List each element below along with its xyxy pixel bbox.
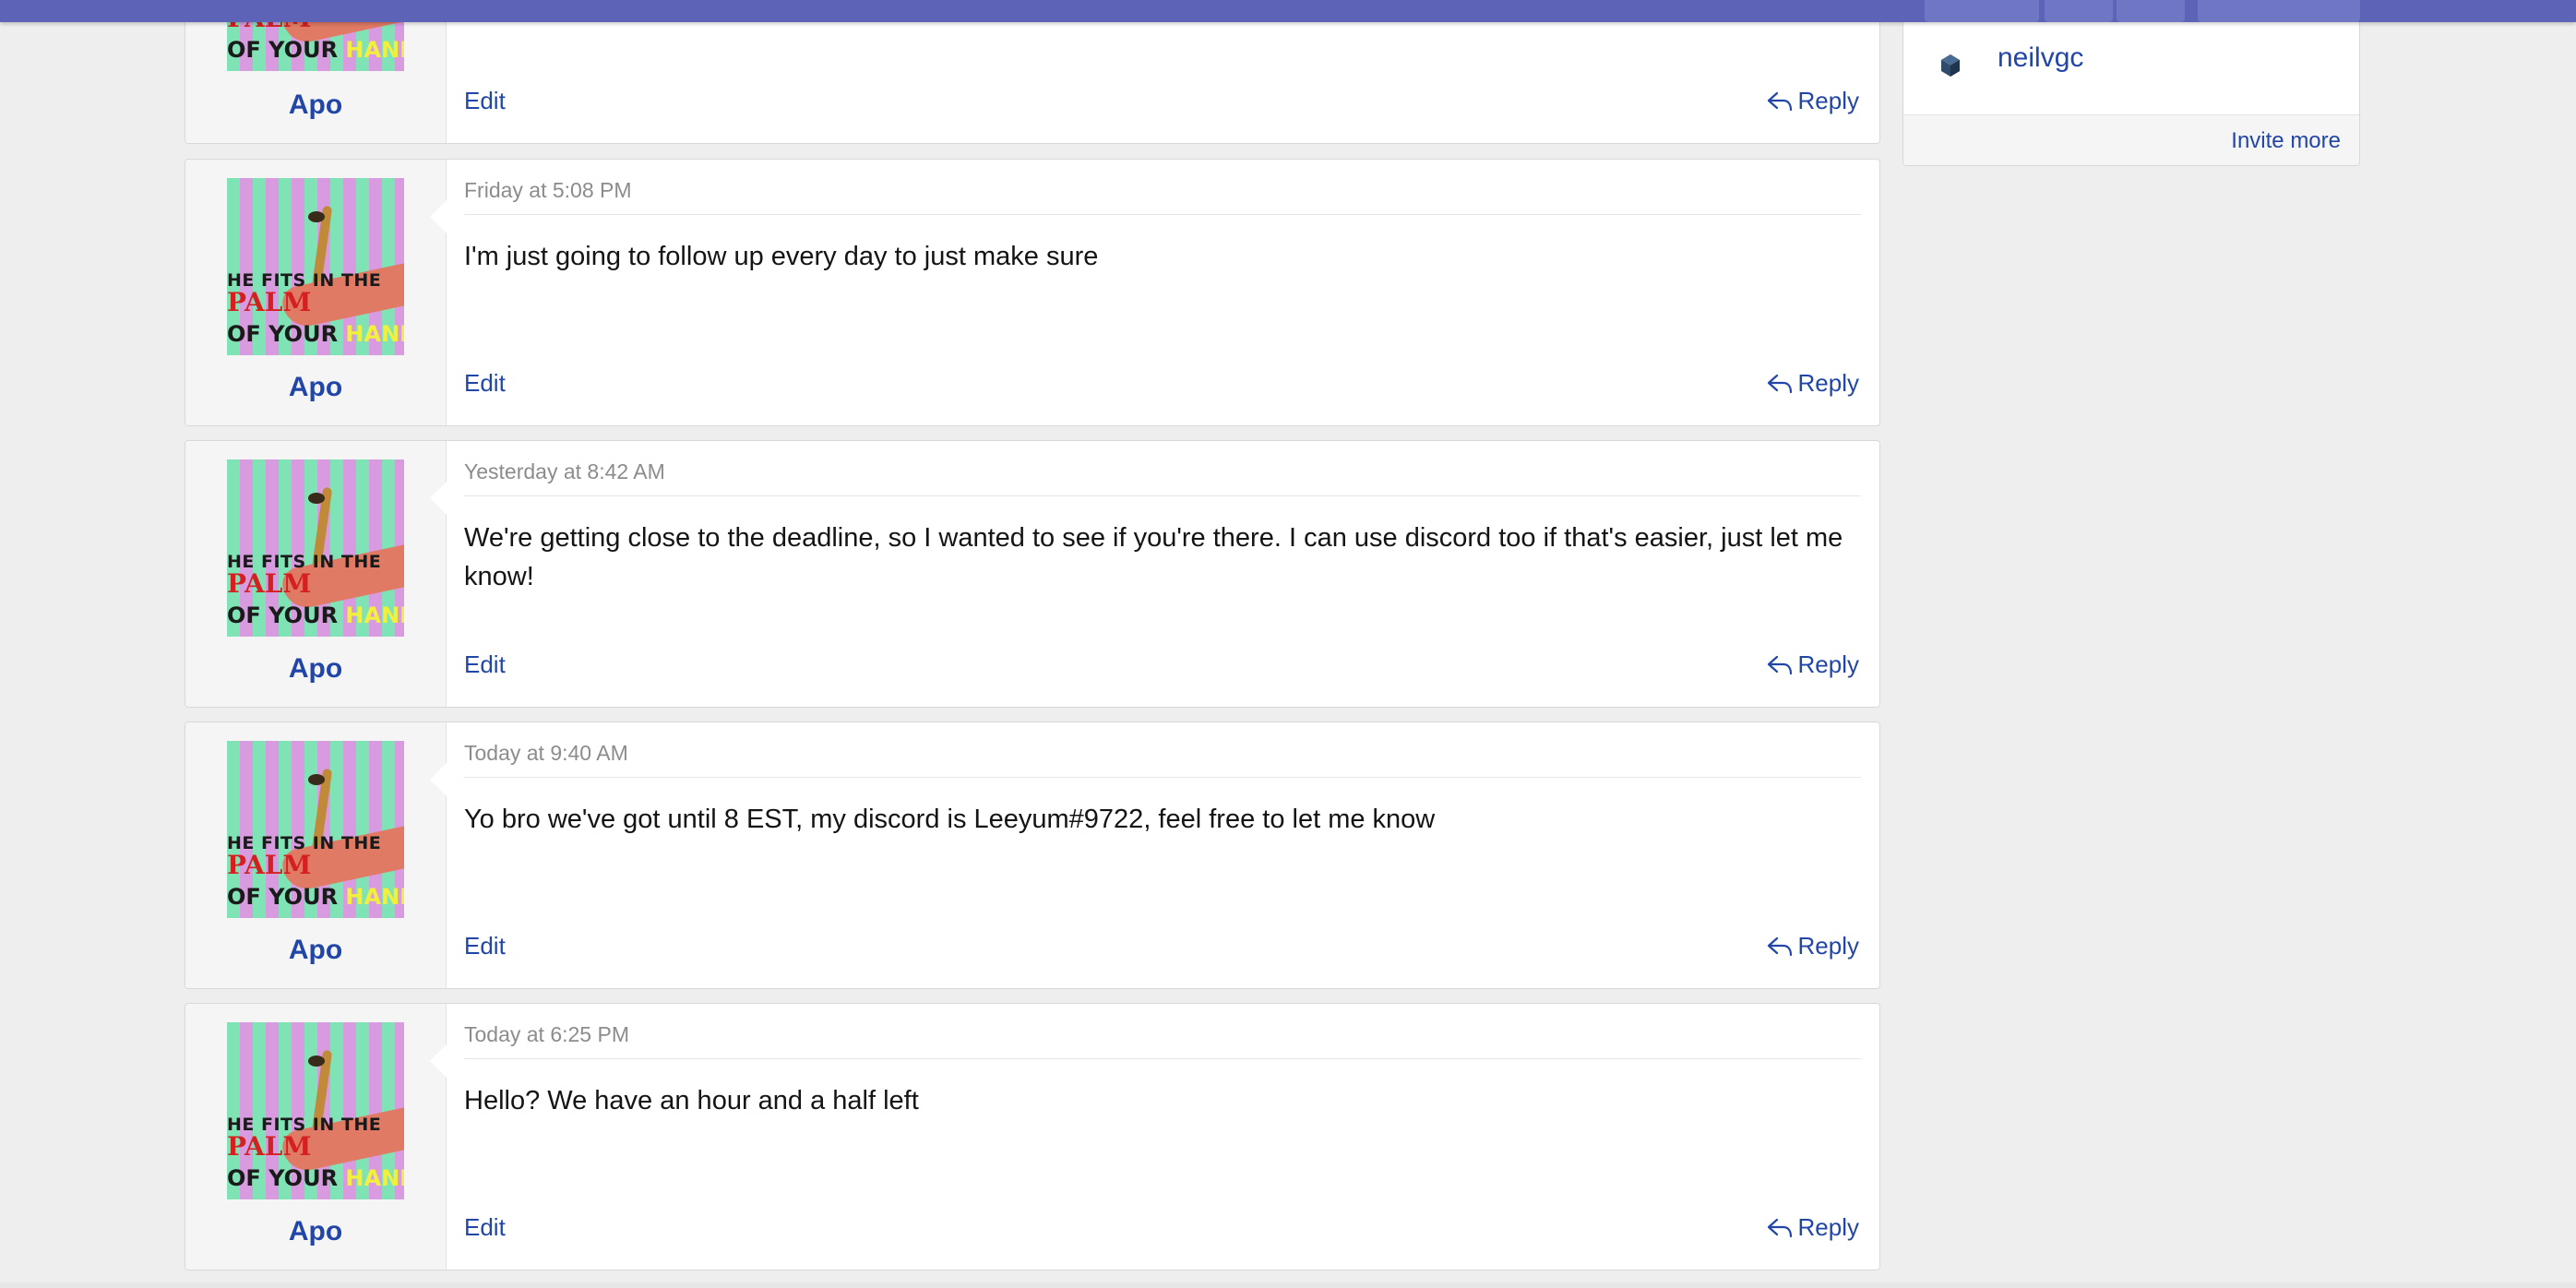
avatar-caption-line2: PALM [227,850,312,880]
message-body: We're getting close to the deadline, so … [464,523,1843,591]
avatar-figure-head [308,211,325,222]
reply-button[interactable]: Reply [1767,650,1859,679]
top-navigation-bar [0,0,2576,22]
message-user-panel: HE FITS IN THE PALM OF YOUR HAND! Apo [185,1004,447,1270]
reply-label: Reply [1797,932,1859,960]
avatar-figure-head [308,774,325,785]
nav-account-tab[interactable] [1925,0,2039,22]
nav-search-tab[interactable] [2198,0,2360,22]
reply-label: Reply [1797,87,1859,114]
avatar-caption-line3-highlight: HAND! [345,321,404,347]
reply-arrow-icon [1767,374,1792,393]
avatar-caption-line3-prefix: OF YOUR [227,37,339,63]
avatar-caption-line3: OF YOUR HAND! [227,602,404,628]
conversation-participants-panel: neilvgc Invite more [1902,0,2360,166]
reply-label: Reply [1797,369,1859,397]
page-bottom-edge [0,1282,2576,1288]
reply-button[interactable]: Reply [1767,369,1859,398]
avatar-figure-head [308,493,325,504]
username-link[interactable]: Apo [185,89,446,121]
avatar-caption-line3-highlight: HAND! [345,884,404,910]
user-avatar[interactable]: HE FITS IN THE PALM OF YOUR HAND! [227,178,404,355]
message-item: HE FITS IN THE PALM OF YOUR HAND! Apo To… [185,1003,1880,1270]
message-user-panel: HE FITS IN THE PALM OF YOUR HAND! Apo [185,722,447,988]
reply-button[interactable]: Reply [1767,87,1859,115]
message-item: HE FITS IN THE PALM OF YOUR HAND! Apo To… [185,722,1880,989]
edit-link[interactable]: Edit [464,1213,506,1242]
message-user-panel: HE FITS IN THE PALM OF YOUR HAND! Apo [185,160,447,425]
participant-name-link[interactable]: neilvgc [1998,42,2083,74]
message-item: HE FITS IN THE PALM OF YOUR HAND! Apo Ye… [185,440,1880,708]
avatar-figure-head [308,1055,325,1067]
avatar-caption-line3-highlight: HAND! [345,37,404,63]
avatar-caption-line3: OF YOUR HAND! [227,1165,404,1191]
avatar-caption-line3: OF YOUR HAND! [227,884,404,910]
avatar-caption-line2: PALM [227,1131,312,1162]
reply-arrow-icon [1767,655,1792,674]
avatar-caption-line3-prefix: OF YOUR [227,602,339,628]
username-link[interactable]: Apo [185,653,446,685]
username-link[interactable]: Apo [185,372,446,403]
nav-alerts-tab[interactable] [2117,0,2185,22]
avatar-caption-line3-highlight: HAND! [345,1165,404,1191]
user-avatar[interactable]: HE FITS IN THE PALM OF YOUR HAND! [227,459,404,637]
message-body: Yo bro we've got until 8 EST, my discord… [464,805,1436,834]
participants-footer: Invite more [1903,114,2359,165]
reply-arrow-icon [1767,91,1792,111]
reply-arrow-icon [1767,1218,1792,1237]
username-link[interactable]: Apo [185,1216,446,1247]
participant-avatar-icon[interactable] [1940,54,1961,78]
reply-button[interactable]: Reply [1767,932,1859,960]
avatar-caption-line2: PALM [227,287,312,317]
user-avatar[interactable]: HE FITS IN THE PALM OF YOUR HAND! [227,741,404,918]
avatar-caption-line3-prefix: OF YOUR [227,1165,339,1191]
message-timestamp: Yesterday at 8:42 AM [464,459,1861,496]
edit-link[interactable]: Edit [464,369,506,398]
message-timestamp: Today at 9:40 AM [464,741,1861,778]
reply-button[interactable]: Reply [1767,1213,1859,1242]
message-body: Hello? We have an hour and a half left [464,1086,919,1115]
edit-link[interactable]: Edit [464,87,506,115]
message-user-panel: HE FITS IN THE PALM OF YOUR HAND! Apo [185,441,447,707]
message-timestamp: Friday at 5:08 PM [464,178,1861,215]
reply-arrow-icon [1767,936,1792,956]
reply-label: Reply [1797,650,1859,678]
edit-link[interactable]: Edit [464,650,506,679]
avatar-caption-line3: OF YOUR HAND! [227,37,404,63]
message-timestamp: Today at 6:25 PM [464,1022,1861,1059]
avatar-caption-line3-prefix: OF YOUR [227,884,339,910]
username-link[interactable]: Apo [185,935,446,966]
avatar-caption-line2: PALM [227,568,312,599]
invite-more-link[interactable]: Invite more [2231,128,2341,154]
edit-link[interactable]: Edit [464,932,506,960]
avatar-caption-line3-prefix: OF YOUR [227,321,339,347]
nav-inbox-tab[interactable] [2045,0,2113,22]
participant-row: neilvgc [1903,26,2359,90]
message-item: HE FITS IN THE PALM OF YOUR HAND! Apo Fr… [185,159,1880,426]
user-avatar[interactable]: HE FITS IN THE PALM OF YOUR HAND! [227,1022,404,1199]
avatar-caption-line3: OF YOUR HAND! [227,321,404,347]
avatar-caption-line3-highlight: HAND! [345,602,404,628]
message-body: I'm just going to follow up every day to… [464,242,1099,271]
reply-label: Reply [1797,1213,1859,1241]
